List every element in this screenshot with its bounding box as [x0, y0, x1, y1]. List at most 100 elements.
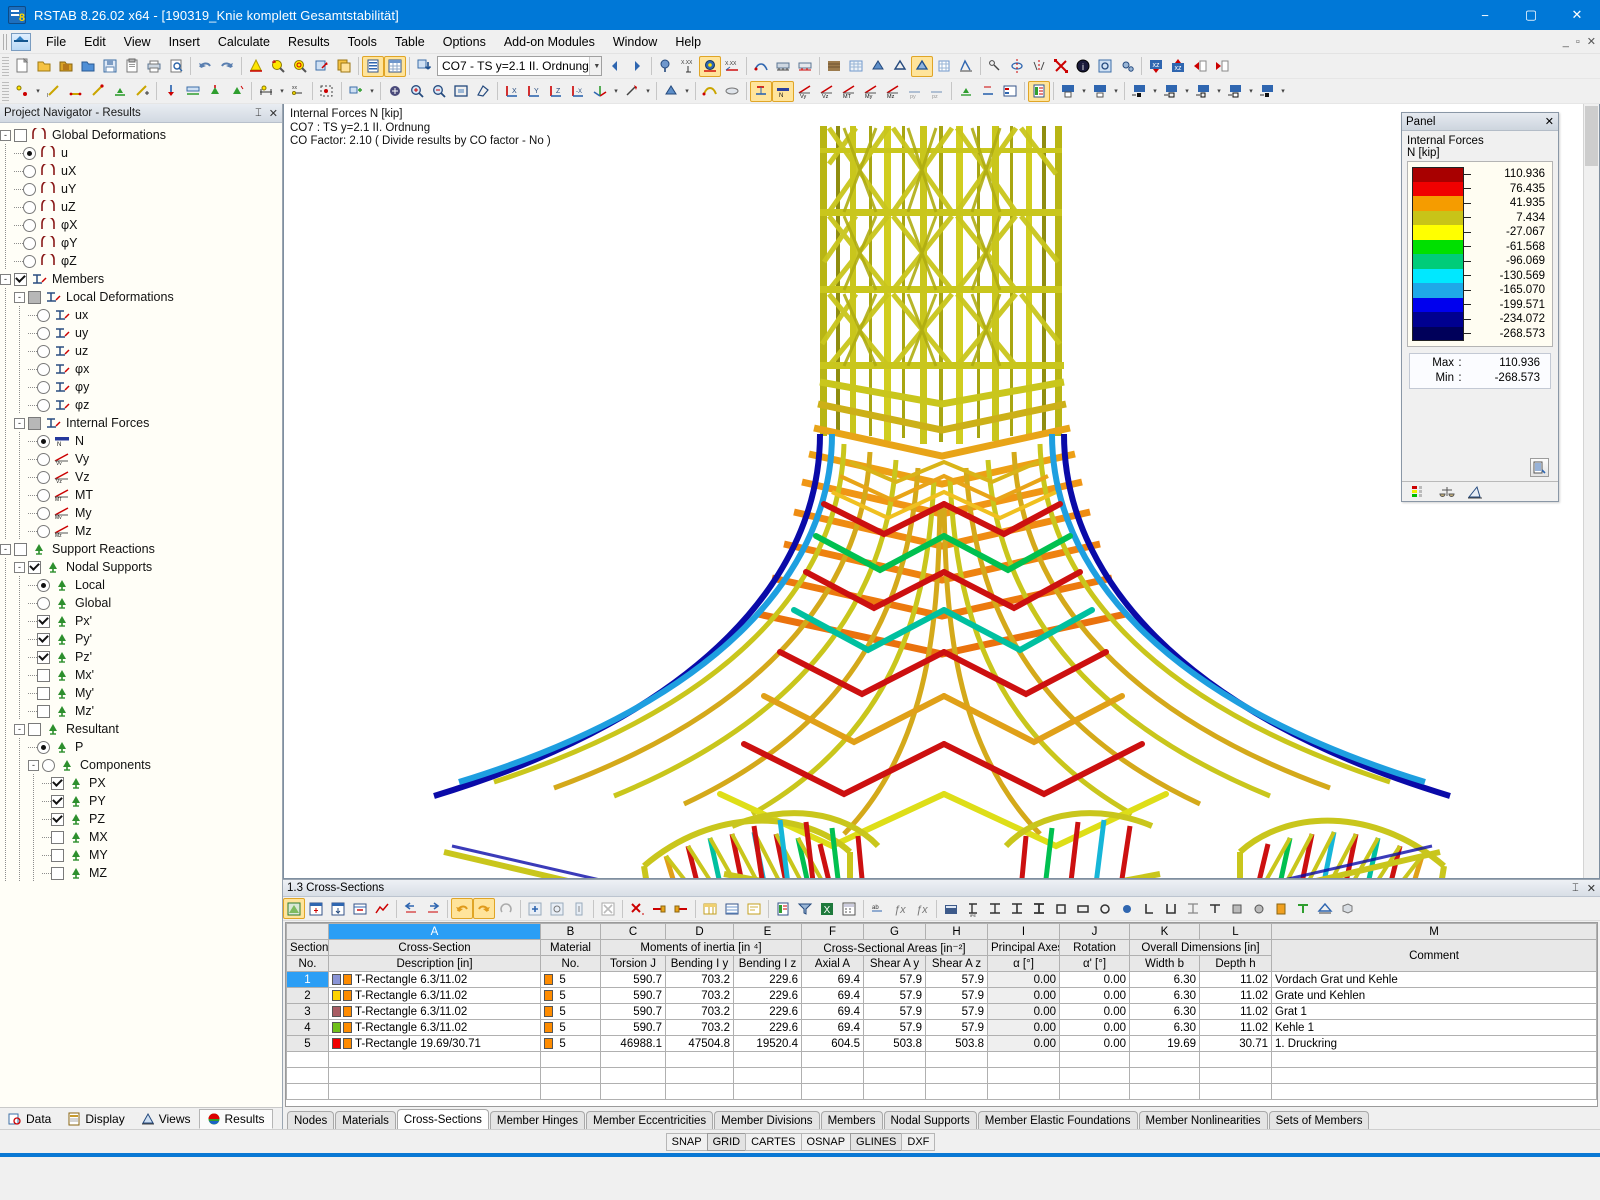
cell-axial-a[interactable]: 69.4 — [801, 971, 864, 988]
section-is-icon[interactable] — [1182, 898, 1204, 919]
status-toggle-snap[interactable]: SNAP — [665, 1132, 708, 1151]
render-style-icon[interactable] — [660, 81, 682, 102]
sheet-tab-members[interactable]: Members — [820, 1111, 883, 1129]
tree-radio[interactable] — [23, 164, 36, 178]
cell-comment[interactable]: Grat 1 — [1271, 1003, 1597, 1020]
tree-item-z[interactable]: φZ — [0, 251, 282, 270]
sheet-tab-memberelasticfoundations[interactable]: Member Elastic Foundations — [977, 1111, 1138, 1129]
status-toggle-grid[interactable]: GRID — [706, 1132, 747, 1151]
cell-alpha[interactable]: 0.00 — [987, 971, 1060, 988]
table-view-mode-icon[interactable] — [283, 898, 305, 919]
nav-tab-results[interactable]: Results — [198, 1109, 273, 1129]
cell-description[interactable]: T-Rectangle 6.3/11.02 — [328, 971, 541, 988]
tree-item-pz[interactable]: Pz' — [0, 648, 282, 666]
menu-tools[interactable]: Tools — [339, 32, 386, 52]
tree-item-uy[interactable]: uY — [0, 179, 282, 198]
tree-item-py[interactable]: PY — [0, 792, 282, 810]
col-letter-M[interactable]: M — [1271, 923, 1597, 940]
axis-dropdown[interactable]: ▾ — [611, 81, 621, 102]
print-area-2-dropdown[interactable]: ▾ — [1111, 81, 1121, 102]
menu-window[interactable]: Window — [604, 32, 666, 52]
cell-width-b[interactable]: 6.30 — [1129, 971, 1200, 988]
tree-checkbox[interactable] — [37, 704, 50, 718]
surface-render-icon[interactable] — [823, 56, 845, 77]
table-excel-icon[interactable]: X — [816, 898, 838, 919]
scrollbar-thumb[interactable] — [1585, 106, 1598, 166]
table-chart-icon[interactable] — [371, 898, 393, 919]
cell-axial-a[interactable]: 69.4 — [801, 1019, 864, 1036]
cell-material-no[interactable]: 5 — [540, 1035, 601, 1052]
cell-alpha[interactable]: 0.00 — [987, 987, 1060, 1004]
table-filter-icon[interactable] — [794, 898, 816, 919]
sheet-tab-memberdivisions[interactable]: Member Divisions — [714, 1111, 820, 1129]
navigator-close-icon[interactable]: ✕ — [269, 107, 278, 120]
tree-radio[interactable] — [37, 740, 50, 754]
table-fx2-icon[interactable]: ƒx — [911, 898, 933, 919]
show-grid-table-icon[interactable] — [384, 55, 406, 77]
panel-tab-color-legend[interactable] — [1406, 483, 1432, 501]
section-hem-icon[interactable] — [1028, 898, 1050, 919]
row-number[interactable]: 4 — [286, 1019, 329, 1036]
new-file-icon[interactable] — [11, 56, 33, 77]
support-reactions-2-icon[interactable] — [794, 56, 816, 77]
table-row[interactable]: 1 T-Rectangle 6.3/11.02 5 590.7 703.2 229.6 6… — [286, 971, 1597, 988]
axis-iso-icon[interactable] — [589, 81, 611, 102]
cell-torsion-j[interactable]: 46988.1 — [600, 1035, 666, 1052]
menu-insert[interactable]: Insert — [160, 32, 209, 52]
cell-torsion-j[interactable]: 590.7 — [600, 1019, 666, 1036]
menu-options[interactable]: Options — [434, 32, 495, 52]
result-labels-icon[interactable]: X.XX — [721, 56, 743, 77]
view-sel-1-icon[interactable] — [1128, 81, 1150, 102]
axis-z-icon[interactable]: Z — [545, 81, 567, 102]
sheet-tab-membernonlinearities[interactable]: Member Nonlinearities — [1138, 1111, 1268, 1129]
tree-item-globaldeformations[interactable]: - Global Deformations — [0, 125, 282, 144]
table-clear-icon[interactable] — [597, 898, 619, 919]
cell-description[interactable]: T-Rectangle 6.3/11.02 — [328, 1003, 541, 1020]
view-sel-4-icon[interactable] — [1224, 81, 1246, 102]
mdi-window-controls[interactable]: _ ▫ ✕ — [1563, 35, 1596, 49]
zoom-all-icon[interactable] — [289, 56, 311, 77]
print-area-1-dropdown[interactable]: ▾ — [1079, 81, 1089, 102]
prev-load-case-icon[interactable] — [604, 56, 626, 77]
tree-item-components[interactable]: - Components — [0, 756, 282, 774]
axis-x-icon[interactable]: X — [501, 81, 523, 102]
mirror-icon[interactable] — [1028, 56, 1050, 77]
deformation-shape-icon[interactable] — [699, 81, 721, 102]
table-next-icon[interactable] — [422, 898, 444, 919]
minimize-button[interactable]: − — [1462, 0, 1508, 30]
table-refresh-icon[interactable] — [495, 898, 517, 919]
tree-radio[interactable] — [37, 362, 50, 376]
tree-item-y[interactable]: φY — [0, 233, 282, 252]
model-viewport[interactable]: Internal Forces N [kip] CO7 : TS y=2.1 I… — [283, 104, 1600, 879]
table-format-icon[interactable] — [743, 898, 765, 919]
axis-neg-x-icon[interactable]: -X — [567, 81, 589, 102]
status-toggle-cartes[interactable]: CARTES — [745, 1132, 802, 1151]
tree-checkbox[interactable] — [51, 866, 64, 880]
cell-shear-ay[interactable]: 503.8 — [863, 1035, 926, 1052]
print-icon[interactable] — [143, 56, 165, 77]
result-value-numeric-icon[interactable]: X.XX — [677, 56, 699, 77]
tree-item-z[interactable]: φz — [0, 396, 282, 414]
view-front-icon[interactable]: xz — [1145, 56, 1167, 77]
cell-shear-ay[interactable]: 57.9 — [863, 987, 926, 1004]
cell-axial-a[interactable]: 69.4 — [801, 987, 864, 1004]
tree-radio[interactable] — [37, 398, 50, 412]
cell-alpha-prime[interactable]: 0.00 — [1059, 971, 1130, 988]
mdi-restore-button[interactable]: ▫ — [1576, 36, 1580, 48]
load-case-combo[interactable]: CO7 - TS y=2.1 II. Ordnung ▼ — [437, 56, 602, 76]
cross-sections-grid[interactable]: A B C D E F G H I J K L M Section Cross-… — [285, 922, 1598, 1107]
zoom-window-icon[interactable] — [267, 56, 289, 77]
section-custom-icon[interactable] — [1314, 898, 1336, 919]
cell-shear-az[interactable]: 57.9 — [925, 987, 988, 1004]
mdi-close-button[interactable]: ✕ — [1587, 35, 1596, 48]
view-perspective-icon[interactable] — [621, 81, 643, 102]
internal-force-vy-icon[interactable]: Vy — [794, 81, 816, 102]
sheet-tab-membereccentricities[interactable]: Member Eccentricities — [586, 1111, 714, 1129]
cell-shear-az[interactable]: 57.9 — [925, 1003, 988, 1020]
copy-view-icon[interactable] — [333, 56, 355, 77]
app-menu-icon[interactable] — [11, 32, 31, 51]
cell-shear-ay[interactable]: 57.9 — [863, 971, 926, 988]
window-controls[interactable]: − ▢ ✕ — [1462, 0, 1600, 30]
tree-item-ux[interactable]: uX — [0, 161, 282, 180]
cell-width-b[interactable]: 19.69 — [1129, 1035, 1200, 1052]
